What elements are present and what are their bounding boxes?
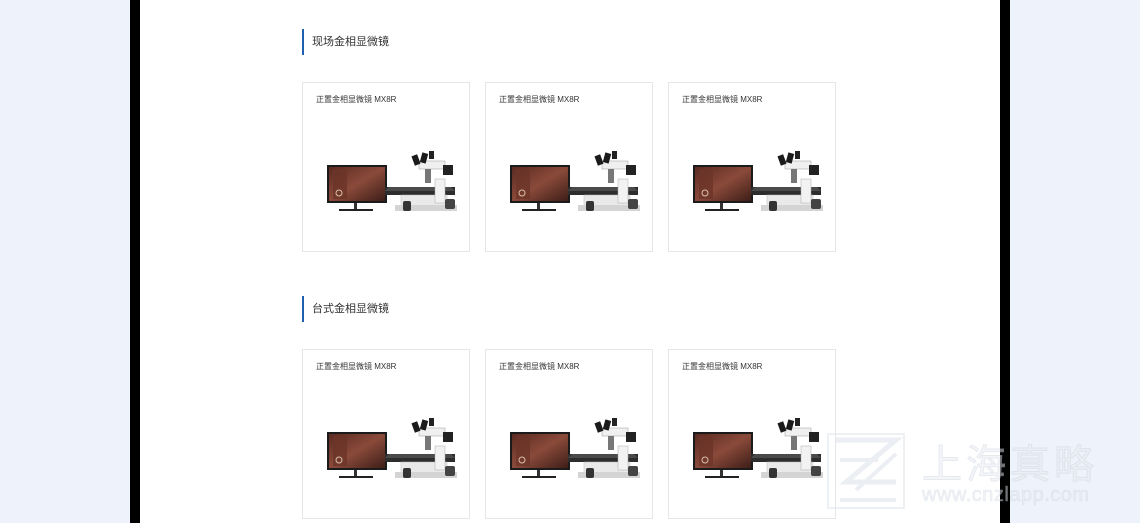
product-name: 正置金相显微镜 MX8R — [499, 95, 580, 104]
watermark-url: www.cnzlapp.com — [922, 484, 1090, 507]
section-benchtop-microscopes: 台式金相显微镜 正置金相显微镜 MX8R 正置金相显微镜 MX8R 正置金相显微… — [302, 296, 842, 519]
product-name: 正置金相显微镜 MX8R — [682, 95, 763, 104]
product-card[interactable]: 正置金相显微镜 MX8R — [668, 349, 836, 519]
watermark-name: 上海真略 — [922, 442, 1098, 489]
product-grid: 正置金相显微镜 MX8R 正置金相显微镜 MX8R 正置金相显微镜 MX8R — [302, 82, 842, 254]
microscope-with-monitor-icon — [693, 418, 823, 478]
watermark: 上海真略 www.cnzlapp.com — [826, 432, 1126, 512]
product-name: 正置金相显微镜 MX8R — [316, 95, 397, 104]
product-card[interactable]: 正置金相显微镜 MX8R — [485, 349, 653, 519]
left-frame-bar — [130, 0, 140, 523]
product-card[interactable]: 正置金相显微镜 MX8R — [668, 82, 836, 252]
microscope-with-monitor-icon — [327, 418, 457, 478]
zl-logo-icon — [827, 433, 905, 509]
section-title: 现场金相显微镜 — [302, 29, 842, 55]
microscope-with-monitor-icon — [510, 418, 640, 478]
product-card[interactable]: 正置金相显微镜 MX8R — [302, 349, 470, 519]
product-card[interactable]: 正置金相显微镜 MX8R — [485, 82, 653, 252]
microscope-with-monitor-icon — [693, 151, 823, 211]
product-name: 正置金相显微镜 MX8R — [316, 362, 397, 371]
microscope-with-monitor-icon — [327, 151, 457, 211]
product-card[interactable]: 正置金相显微镜 MX8R — [302, 82, 470, 252]
section-title: 台式金相显微镜 — [302, 296, 842, 322]
product-grid: 正置金相显微镜 MX8R 正置金相显微镜 MX8R 正置金相显微镜 MX8R — [302, 349, 842, 521]
section-field-microscopes: 现场金相显微镜 正置金相显微镜 MX8R 正置金相显微镜 MX8R 正置金相显微… — [302, 29, 842, 252]
microscope-with-monitor-icon — [510, 151, 640, 211]
product-name: 正置金相显微镜 MX8R — [499, 362, 580, 371]
product-name: 正置金相显微镜 MX8R — [682, 362, 763, 371]
